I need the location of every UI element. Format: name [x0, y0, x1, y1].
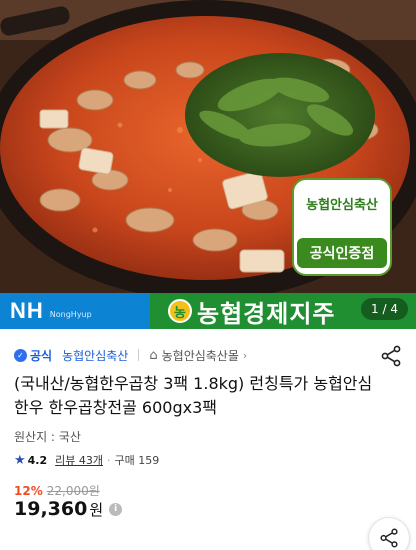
check-shield-icon: ✓ — [14, 348, 27, 362]
certification-badge: 농협안심축산 공식인증점 — [292, 178, 392, 276]
store-row: ✓ 공식 농협안심축산 ⌂ 농협안심축산몰 › — [14, 343, 410, 367]
brand-banner: NH NongHyup 농 농협경제지주 1 / 4 — [0, 293, 416, 329]
star-icon: ★ — [14, 452, 26, 468]
nonghyup-emblem-icon: 농 — [168, 299, 192, 323]
original-price: 22,000원 — [46, 484, 100, 498]
price-row: 19,360 원 i — [14, 498, 123, 520]
home-icon: ⌂ — [149, 347, 158, 363]
official-badge: ✓ 공식 — [14, 347, 52, 364]
cert-badge-bottom-text: 공식인증점 — [297, 238, 387, 268]
store-name-link[interactable]: 농협안심축산 — [62, 347, 128, 364]
share-icon — [380, 528, 398, 548]
review-count-link[interactable]: 리뷰 43개 — [55, 452, 103, 468]
discount-row: 12% 22,000원 — [14, 482, 100, 499]
floating-share-button[interactable] — [368, 517, 410, 550]
origin-text: 원산지 : 국산 — [14, 430, 81, 444]
divider — [138, 349, 140, 361]
coop-name: 농협경제지주 — [197, 299, 336, 328]
purchase-count: 구매 159 — [114, 454, 160, 467]
info-icon[interactable]: i — [109, 502, 123, 516]
price-unit: 원 — [89, 500, 104, 519]
sale-price: 19,360 — [14, 498, 88, 520]
rating-value: 4.2 — [27, 453, 48, 467]
nh-logo-area: NH NongHyup — [0, 293, 150, 329]
mall-link[interactable]: ⌂ 농협안심축산몰 › — [149, 347, 247, 364]
official-label: 공식 — [30, 348, 53, 363]
mall-name: 농협안심축산몰 — [161, 348, 239, 363]
rating-row: ★ 4.2 리뷰 43개 · 구매 159 — [14, 451, 159, 469]
separator-dot: · — [107, 453, 111, 467]
image-page-counter: 1 / 4 — [361, 298, 408, 320]
discount-rate: 12% — [14, 484, 43, 498]
nh-logo: NH — [10, 298, 44, 323]
cert-badge-top-text: 농협안심축산 — [306, 198, 378, 213]
product-title: (국내산/농협한우곱창 3팩 1.8kg) 런칭특가 농협안심한우 한우곱창전골… — [14, 374, 373, 417]
share-icon[interactable] — [380, 345, 402, 367]
product-image[interactable]: 농협안심축산 공식인증점 — [0, 0, 416, 293]
nh-logo-sub: NongHyup — [49, 309, 92, 319]
chevron-right-icon: › — [242, 348, 248, 362]
